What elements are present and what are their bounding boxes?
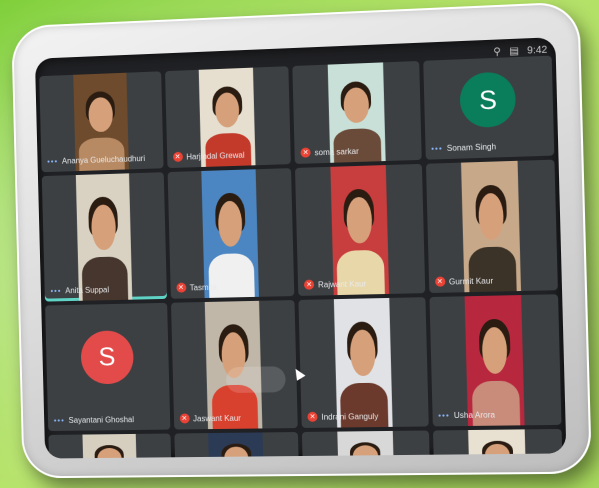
- participant-video: [333, 297, 393, 428]
- participant-video: [208, 432, 265, 459]
- participant-avatar: S: [459, 71, 517, 129]
- participant-label: ••• Anita Suppal: [50, 285, 109, 295]
- mic-off-icon: ✕: [175, 282, 186, 293]
- participant-label: ••• Sonam Singh: [431, 142, 496, 153]
- clock-time: 9:42: [527, 44, 548, 57]
- participant-label: ••• Usha Arora: [438, 410, 495, 420]
- participant-label: ✕ Rajwant Kaur: [303, 278, 367, 290]
- audio-level-icon: •••: [53, 416, 65, 426]
- participant-tile[interactable]: ✕ Rajwant Kaur: [294, 163, 425, 296]
- participant-name: Jaswant Kaur: [192, 413, 241, 423]
- participant-label: ✕ Gurmit Kaur: [434, 275, 494, 287]
- participant-label: ✕ Jaswant Kaur: [179, 413, 241, 424]
- people-icon[interactable]: ⚲: [493, 46, 501, 57]
- participant-name: Gurmit Kaur: [448, 275, 494, 287]
- participant-tile[interactable]: S ••• Sayantani Ghoshal: [45, 302, 170, 432]
- participant-name: Tasmita: [189, 282, 217, 292]
- participant-tile[interactable]: ✕ Indrani Ganguly: [298, 297, 429, 428]
- participant-tile[interactable]: ✕ Harjindal Grewal: [164, 66, 291, 169]
- mic-off-icon: ✕: [300, 147, 311, 158]
- mic-off-icon: ✕: [172, 151, 183, 163]
- participant-name: Rajwant Kaur: [317, 278, 367, 289]
- participant-tile[interactable]: ••• Ananya Gueluchaudhuri: [39, 71, 164, 173]
- audio-level-icon: •••: [438, 411, 450, 421]
- participant-label: ••• Sayantani Ghoshal: [54, 415, 134, 425]
- participant-tile[interactable]: ✕ Jaswant Kaur: [170, 300, 298, 430]
- participant-label: ••• Ananya Gueluchaudhuri: [47, 154, 145, 166]
- participant-video: [204, 300, 263, 430]
- participant-tile[interactable]: S ••• Sonam Singh: [422, 55, 555, 160]
- participant-tile[interactable]: ••• Anita Suppal: [41, 172, 167, 302]
- tablet-frame: ⚲ ▤ 9:42 ••• Ananya Gueluchaudhuri ✕ Harjin…: [11, 1, 592, 479]
- participant-video: [201, 169, 260, 299]
- audio-level-icon: •••: [50, 286, 62, 296]
- chat-icon[interactable]: ▤: [509, 45, 519, 57]
- participant-tile[interactable]: ✕ soma sarkar: [292, 60, 422, 164]
- participant-name: Sonam Singh: [446, 142, 497, 153]
- participant-tile[interactable]: [432, 428, 564, 459]
- meeting-screen: ⚲ ▤ 9:42 ••• Ananya Gueluchaudhuri ✕ Harjin…: [34, 37, 567, 459]
- participant-name: Indrani Ganguly: [321, 411, 379, 422]
- participant-name: Harjindal Grewal: [186, 150, 245, 162]
- mic-off-icon: ✕: [307, 411, 318, 422]
- participant-name: Ananya Gueluchaudhuri: [61, 154, 146, 166]
- participant-name: Usha Arora: [453, 410, 496, 421]
- audio-level-icon: •••: [431, 143, 443, 154]
- participant-name: soma sarkar: [314, 146, 359, 157]
- participant-grid: ••• Ananya Gueluchaudhuri ✕ Harjindal Grewa…: [35, 55, 566, 459]
- person-body: [78, 136, 125, 171]
- participant-name: Sayantani Ghoshal: [68, 415, 135, 425]
- participant-label: ✕ Tasmita: [175, 282, 217, 293]
- participant-video: [75, 173, 133, 301]
- participant-label: ✕ Indrani Ganguly: [307, 411, 378, 422]
- person-face: [343, 86, 369, 123]
- participant-tile[interactable]: ••• Usha Arora: [428, 294, 562, 427]
- participant-video: [464, 295, 526, 426]
- hover-controls[interactable]: [225, 366, 286, 394]
- participant-video: [468, 429, 527, 459]
- participant-name: Anita Suppal: [65, 285, 110, 296]
- mic-off-icon: ✕: [303, 279, 315, 290]
- person-face: [214, 91, 240, 128]
- participant-avatar: S: [80, 330, 134, 385]
- participant-tile[interactable]: ✕ Gurmit Kaur: [425, 159, 558, 294]
- participant-tile[interactable]: [173, 432, 300, 459]
- participant-tile[interactable]: [48, 433, 172, 459]
- mic-off-icon: ✕: [434, 276, 445, 287]
- participant-tile[interactable]: [301, 430, 430, 459]
- participant-tile[interactable]: ✕ Tasmita: [167, 168, 295, 299]
- participant-video: [330, 165, 390, 296]
- mic-off-icon: ✕: [179, 413, 190, 424]
- participant-video: [461, 160, 522, 293]
- participant-video: [82, 433, 138, 459]
- audio-level-icon: •••: [47, 156, 59, 167]
- person-face: [88, 96, 113, 133]
- participant-label: ✕ soma sarkar: [300, 146, 359, 158]
- participant-video: [337, 430, 395, 459]
